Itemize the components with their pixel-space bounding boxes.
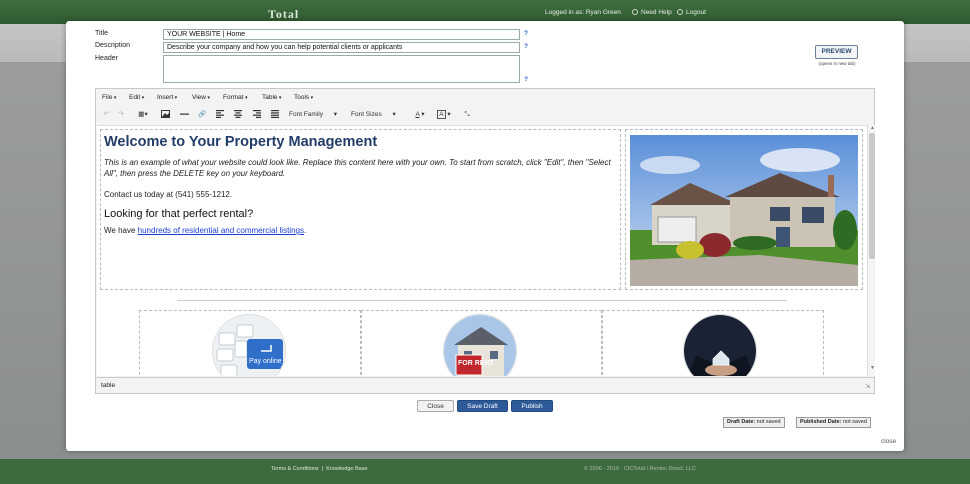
menu-view[interactable]: View [192,94,210,101]
draft-date-label: Draft Date: [727,419,756,425]
menu-insert[interactable]: Insert [157,94,177,101]
description-help-icon[interactable]: ? [524,43,528,50]
background-color-icon[interactable]: A ▾ [435,110,453,120]
published-date-label: Published Date: [800,419,842,425]
align-left-icon[interactable] [215,110,225,120]
need-help-label: Need Help [641,9,672,16]
logout-icon [677,9,683,16]
logged-in-label: Logged in as: [545,9,585,16]
preview-button[interactable]: PREVIEW [815,45,858,59]
align-right-icon[interactable] [252,110,262,120]
save-draft-button[interactable]: Save Draft [457,400,508,412]
published-date-value: not saved [843,419,867,425]
draft-date-badge: Draft Date: not saved [723,417,785,428]
table-icon[interactable]: ▦▾ [134,110,152,120]
header-help-icon[interactable]: ? [524,76,528,83]
element-path[interactable]: table [101,382,115,389]
listings-prefix: We have [104,226,138,235]
content-heading: Welcome to Your Property Management [104,134,378,150]
content-divider [177,300,787,301]
description-input[interactable]: Describe your company and how you can he… [163,42,520,53]
modal-close-link[interactable]: close [881,438,896,445]
brand-logo: Total [268,7,300,21]
logout-link[interactable]: Logout [677,9,706,16]
image-icon[interactable] [160,110,170,120]
publish-button[interactable]: Publish [511,400,553,412]
title-help-icon[interactable]: ? [524,30,528,37]
copyright: © 2006 - 2019 · CICTotal / Rentec Direct… [584,466,696,472]
menu-tools[interactable]: Tools [294,94,313,101]
title-label: Title [95,30,108,37]
listings-link[interactable]: hundreds of residential and commercial l… [138,226,304,235]
edit-page-modal: Title YOUR WEBSITE | Home ? Description … [66,21,904,451]
menu-format[interactable]: Format [223,94,248,101]
resize-handle-icon[interactable]: ⇲ [865,383,870,390]
logout-label: Logout [686,9,706,16]
published-date-badge: Published Date: not saved [796,417,871,428]
editor-toolbar: ↶ ↷ ▦▾ 🔗 Font Family ▾ Font Sizes ▾ A ▾ … [96,106,874,123]
redo-icon[interactable]: ↷ [116,110,126,120]
menu-file[interactable]: File [102,94,116,101]
help-icon [632,9,638,16]
content-intro: This is an example of what your website … [104,158,611,178]
scroll-up-icon[interactable]: ▲ [870,125,875,131]
header-textarea[interactable] [163,55,520,83]
header-label: Header [95,55,118,62]
listings-suffix: . [303,226,307,235]
description-label: Description [95,42,131,49]
font-family-select[interactable]: Font Family ▾ [289,110,337,120]
text-color-icon[interactable]: A ▾ [412,110,428,120]
draft-date-value: not saved [756,419,781,425]
font-family-label: Font Family [289,111,323,118]
footer-links: Terms & Conditions | Knowledge Base [271,466,368,472]
footer-separator: | [321,466,324,472]
house-photo [630,135,858,286]
editor-content[interactable]: Welcome to Your Property Management This… [97,125,867,376]
need-help-link[interactable]: Need Help [632,9,672,16]
rich-text-editor: File Edit Insert View Format Table Tools… [95,88,875,394]
knowledge-base-link[interactable]: Knowledge Base [326,466,367,472]
scroll-down-icon[interactable]: ▼ [870,365,875,371]
menu-edit[interactable]: Edit [129,94,144,101]
title-input[interactable]: YOUR WEBSITE | Home [163,29,520,40]
editor-statusbar: table ⇲ [96,377,874,393]
user-name: Ryan Green [585,9,621,16]
align-justify-icon[interactable] [270,110,280,120]
close-button[interactable]: Close [417,400,454,412]
content-subheading: Looking for that perfect rental? [104,208,254,220]
font-sizes-select[interactable]: Font Sizes ▾ [351,110,396,120]
logged-in-info: Logged in as: Ryan Green [545,9,621,16]
page-footer: Terms & Conditions | Knowledge Base © 20… [0,459,970,484]
horizontal-rule-icon[interactable] [179,110,189,120]
for-rent-sign-text: FOR RENT [458,360,495,367]
menu-table[interactable]: Table [262,94,281,101]
content-listings-line: We have hundreds of residential and comm… [104,226,306,235]
content-contact: Contact us today at (541) 555-1212. [104,190,233,199]
terms-link[interactable]: Terms & Conditions [271,466,319,472]
font-sizes-label: Font Sizes [351,111,382,118]
link-icon[interactable]: 🔗 [197,110,207,120]
editor-scrollbar[interactable]: ▲ ▼ [867,125,875,376]
pay-online-key-text: Pay online [249,358,282,365]
scroll-thumb[interactable] [869,133,875,259]
align-center-icon[interactable] [233,110,243,120]
fullscreen-icon[interactable]: ⤡ [462,110,472,120]
editor-menubar: File Edit Insert View Format Table Tools [96,89,874,105]
undo-icon[interactable]: ↶ [101,110,111,120]
preview-note: (opens in new tab) [818,61,856,66]
